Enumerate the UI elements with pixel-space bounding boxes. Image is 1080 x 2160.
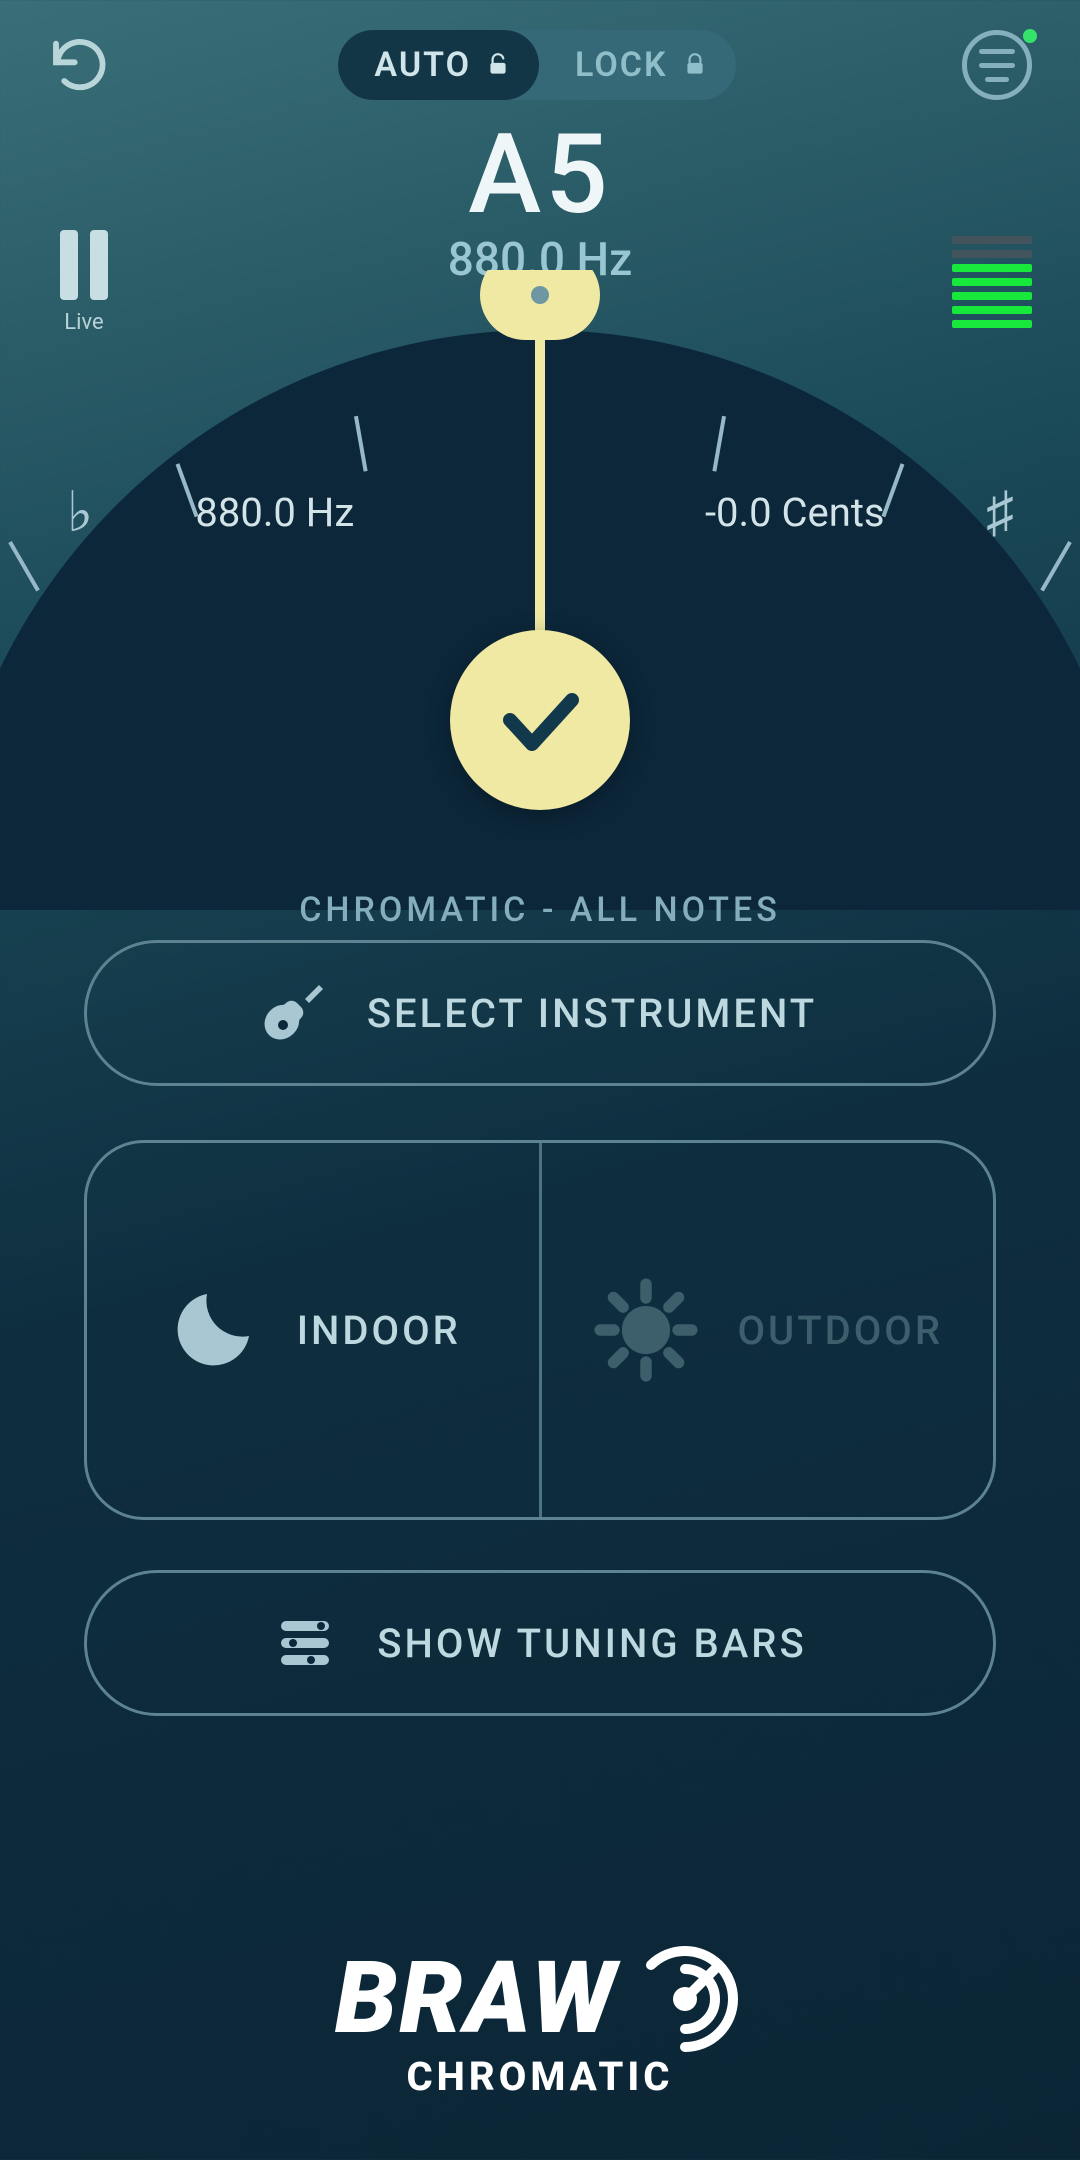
select-instrument-button[interactable]: SELECT INSTRUMENT bbox=[84, 940, 996, 1086]
moon-icon bbox=[165, 1282, 261, 1378]
select-instrument-label: SELECT INSTRUMENT bbox=[367, 990, 817, 1037]
menu-icon bbox=[979, 49, 1015, 54]
tuning-mode-label: CHROMATIC - ALL NOTES bbox=[0, 890, 1080, 930]
tuning-dial bbox=[0, 270, 1080, 910]
logo-mark-icon bbox=[625, 1939, 745, 2059]
in-tune-indicator bbox=[450, 630, 630, 810]
detected-note: A5 bbox=[0, 110, 1080, 239]
toggle-auto-label: AUTO bbox=[374, 45, 471, 85]
menu-button[interactable] bbox=[962, 30, 1032, 100]
brand-subtitle: CHROMATIC bbox=[406, 2053, 673, 2100]
sliders-icon bbox=[273, 1611, 337, 1675]
sun-icon bbox=[591, 1275, 701, 1385]
show-tuning-bars-button[interactable]: SHOW TUNING BARS bbox=[84, 1570, 996, 1716]
app-logo: BRAW CHROMATIC bbox=[0, 1939, 1080, 2100]
toggle-lock-label: LOCK bbox=[575, 45, 668, 85]
outdoor-label: OUTDOOR bbox=[737, 1307, 943, 1354]
toggle-auto[interactable]: AUTO bbox=[338, 30, 539, 100]
brand-name: BRAW bbox=[335, 1949, 617, 2049]
guitar-icon bbox=[263, 981, 327, 1045]
unlock-icon bbox=[485, 52, 511, 78]
target-frequency: 880.0 Hz bbox=[195, 489, 354, 536]
indoor-button[interactable]: INDOOR bbox=[87, 1143, 539, 1517]
sharp-icon: ♯ bbox=[970, 481, 1030, 545]
environment-toggle: INDOOR OUTDOOR bbox=[84, 1140, 996, 1520]
indoor-label: INDOOR bbox=[297, 1307, 461, 1354]
toggle-lock[interactable]: LOCK bbox=[539, 30, 736, 100]
status-indicator-icon bbox=[1023, 29, 1037, 43]
reset-button[interactable] bbox=[48, 33, 112, 97]
show-tuning-bars-label: SHOW TUNING BARS bbox=[377, 1620, 806, 1667]
cents-offset: -0.0 Cents bbox=[705, 489, 885, 536]
outdoor-button[interactable]: OUTDOOR bbox=[539, 1143, 994, 1517]
flat-icon: ♭ bbox=[50, 480, 110, 545]
lock-icon bbox=[682, 52, 708, 78]
auto-lock-toggle[interactable]: AUTO LOCK bbox=[338, 30, 735, 100]
